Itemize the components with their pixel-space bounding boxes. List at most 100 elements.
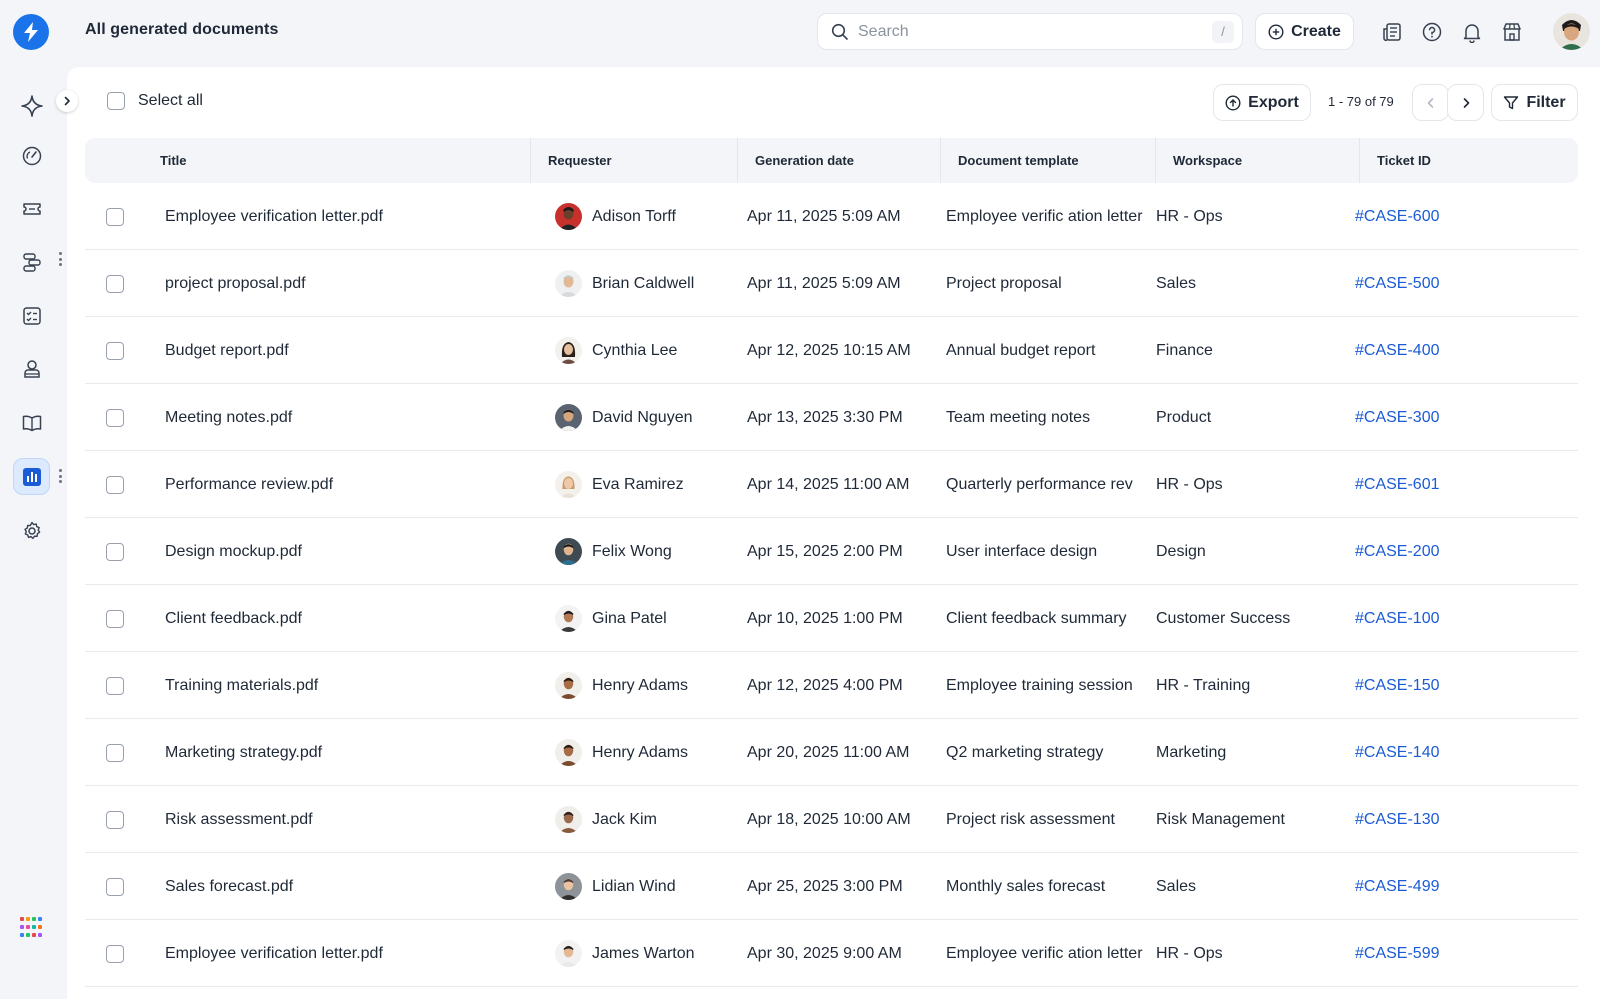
- column-divider[interactable]: [1359, 138, 1360, 183]
- agent-icon[interactable]: [13, 350, 50, 387]
- select-all[interactable]: Select all: [107, 92, 203, 110]
- column-header-ticket-id[interactable]: Ticket ID: [1377, 138, 1431, 183]
- export-button[interactable]: Export: [1213, 84, 1311, 121]
- analytics-icon[interactable]: [13, 458, 50, 495]
- ticket-id-link[interactable]: #CASE-150: [1355, 652, 1440, 719]
- document-title[interactable]: Budget report.pdf: [165, 317, 289, 384]
- table-row[interactable]: Risk assessment.pdf Jack Kim Apr 18, 202…: [85, 786, 1578, 853]
- generation-date: Apr 12, 2025 4:00 PM: [747, 676, 903, 694]
- row-checkbox[interactable]: [106, 475, 124, 494]
- generation-date: Apr 25, 2025 3:00 PM: [747, 877, 903, 895]
- ticket-id-link[interactable]: #CASE-130: [1355, 786, 1440, 853]
- document-title[interactable]: Meeting notes.pdf: [165, 384, 292, 451]
- help-icon[interactable]: [1420, 20, 1444, 44]
- table-row[interactable]: Training materials.pdf Henry Adams Apr 1…: [85, 652, 1578, 719]
- ticket-id-link[interactable]: #CASE-100: [1355, 585, 1440, 652]
- column-header-workspace[interactable]: Workspace: [1173, 138, 1242, 183]
- ticket-id-link[interactable]: #CASE-400: [1355, 317, 1440, 384]
- dashboard-icon[interactable]: [13, 137, 50, 174]
- table-row[interactable]: Employee verification letter.pdf Adison …: [85, 183, 1578, 250]
- create-button[interactable]: Create: [1255, 13, 1354, 50]
- document-title[interactable]: Sales forecast.pdf: [165, 853, 293, 920]
- expand-sidebar-button[interactable]: [56, 90, 78, 112]
- export-icon: [1225, 94, 1241, 111]
- ticket-id-link[interactable]: #CASE-599: [1355, 920, 1440, 987]
- generation-date: Apr 20, 2025 11:00 AM: [747, 743, 910, 761]
- row-checkbox[interactable]: [106, 944, 124, 963]
- table-row[interactable]: project proposal.pdf Brian Caldwell Apr …: [85, 250, 1578, 317]
- ticket-id-link[interactable]: #CASE-601: [1355, 451, 1440, 518]
- filter-button[interactable]: Filter: [1491, 84, 1578, 121]
- select-all-checkbox[interactable]: [107, 92, 125, 110]
- ticket-id-link[interactable]: #CASE-200: [1355, 518, 1440, 585]
- ticket-id-link[interactable]: #CASE-500: [1355, 250, 1440, 317]
- book-icon[interactable]: [13, 404, 50, 441]
- table-row[interactable]: Marketing strategy.pdf Henry Adams Apr 2…: [85, 719, 1578, 786]
- column-header-requester[interactable]: Requester: [548, 138, 612, 183]
- ticket-id-link[interactable]: #CASE-140: [1355, 719, 1440, 786]
- document-title[interactable]: Employee verification letter.pdf: [165, 183, 383, 250]
- create-label: Create: [1291, 22, 1341, 40]
- ticket-id-link[interactable]: #CASE-499: [1355, 853, 1440, 920]
- checklist-icon[interactable]: [13, 297, 50, 334]
- row-checkbox[interactable]: [106, 341, 124, 360]
- table-row[interactable]: Sales forecast.pdf Lidian Wind Apr 25, 2…: [85, 853, 1578, 920]
- document-template: Quarterly performance rev: [946, 475, 1133, 493]
- document-title[interactable]: Training materials.pdf: [165, 652, 318, 719]
- document-title[interactable]: Employee verification letter.pdf: [165, 920, 383, 987]
- column-header-title[interactable]: Title: [160, 138, 187, 183]
- row-checkbox[interactable]: [106, 676, 124, 695]
- row-checkbox[interactable]: [106, 743, 124, 762]
- next-page-button[interactable]: [1447, 84, 1484, 121]
- row-checkbox[interactable]: [106, 810, 124, 829]
- table-row[interactable]: Meeting notes.pdf David Nguyen Apr 13, 2…: [85, 384, 1578, 451]
- ticket-icon[interactable]: [13, 190, 50, 227]
- column-header-generation-date[interactable]: Generation date: [755, 138, 854, 183]
- settings-icon[interactable]: [13, 512, 50, 549]
- row-checkbox[interactable]: [106, 408, 124, 427]
- table-row[interactable]: Client feedback.pdf Gina Patel Apr 10, 2…: [85, 585, 1578, 652]
- requester-name: Henry Adams: [592, 743, 689, 761]
- ticket-id-link[interactable]: #CASE-300: [1355, 384, 1440, 451]
- column-divider[interactable]: [1155, 138, 1156, 183]
- workflow-icon[interactable]: [13, 243, 50, 280]
- analytics-more-icon[interactable]: [58, 469, 62, 483]
- search-placeholder: Search: [858, 22, 909, 40]
- document-template: Team meeting notes: [946, 408, 1091, 426]
- logo-bolt-icon[interactable]: [13, 14, 49, 50]
- filter-icon: [1504, 95, 1519, 109]
- document-title[interactable]: Client feedback.pdf: [165, 585, 302, 652]
- chevron-right-icon: [1463, 97, 1469, 108]
- column-divider[interactable]: [940, 138, 941, 183]
- row-checkbox[interactable]: [106, 877, 124, 896]
- column-header-document-template[interactable]: Document template: [958, 138, 1079, 183]
- document-title[interactable]: project proposal.pdf: [165, 250, 306, 317]
- row-checkbox[interactable]: [106, 542, 124, 561]
- table-row[interactable]: Budget report.pdf Cynthia Lee Apr 12, 20…: [85, 317, 1578, 384]
- document-title[interactable]: Performance review.pdf: [165, 451, 333, 518]
- document-title[interactable]: Design mockup.pdf: [165, 518, 302, 585]
- news-icon[interactable]: [1380, 20, 1404, 44]
- ticket-id-link[interactable]: #CASE-600: [1355, 183, 1440, 250]
- sparkle-icon[interactable]: [13, 87, 50, 124]
- table-row[interactable]: Employee verification letter.pdf James W…: [85, 920, 1578, 987]
- document-title[interactable]: Marketing strategy.pdf: [165, 719, 322, 786]
- column-divider[interactable]: [737, 138, 738, 183]
- previous-page-button[interactable]: [1412, 84, 1449, 121]
- row-checkbox[interactable]: [106, 274, 124, 293]
- document-title[interactable]: Risk assessment.pdf: [165, 786, 313, 853]
- workflow-more-icon[interactable]: [58, 252, 62, 266]
- search-input[interactable]: Search /: [817, 13, 1243, 50]
- row-checkbox[interactable]: [106, 207, 124, 226]
- row-checkbox[interactable]: [106, 609, 124, 628]
- chevron-left-icon: [1427, 97, 1433, 108]
- apps-grid-icon[interactable]: [20, 917, 42, 939]
- bell-icon[interactable]: [1460, 20, 1484, 44]
- user-avatar[interactable]: [1553, 13, 1590, 50]
- table-row[interactable]: Performance review.pdf Eva Ramirez Apr 1…: [85, 451, 1578, 518]
- column-divider[interactable]: [530, 138, 531, 183]
- requester: Henry Adams: [555, 652, 688, 719]
- requester: David Nguyen: [555, 384, 693, 451]
- table-row[interactable]: Design mockup.pdf Felix Wong Apr 15, 202…: [85, 518, 1578, 585]
- store-icon[interactable]: [1500, 20, 1524, 44]
